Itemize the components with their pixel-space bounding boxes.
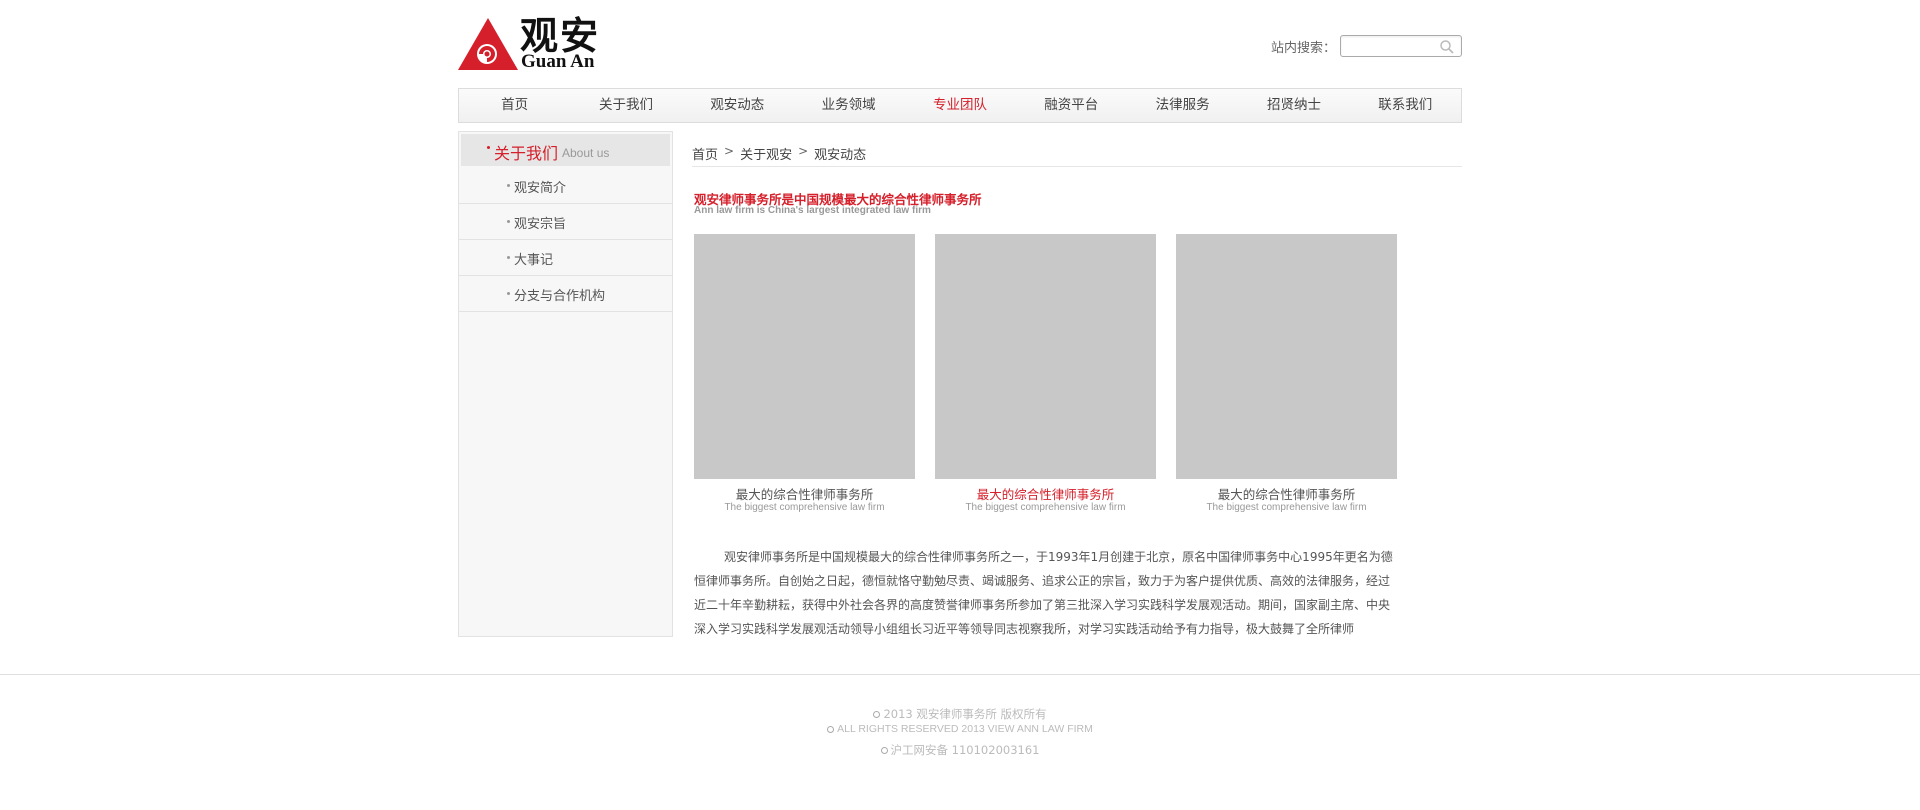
section-subheadline: Ann law firm is China's largest integrat… xyxy=(694,205,931,216)
card-title[interactable]: 最大的综合性律师事务所 xyxy=(1176,488,1397,502)
logo-mark-icon xyxy=(458,18,518,70)
nav-item[interactable]: 融资平台 xyxy=(1016,89,1127,122)
sidebar-item-label: 观安宗旨 xyxy=(514,217,567,232)
breadcrumb: 首页 > 关于观安 > 观安动态 xyxy=(692,144,1462,167)
nav-item[interactable]: 招贤纳士 xyxy=(1238,89,1349,122)
sidebar-item-label: 大事记 xyxy=(514,253,554,268)
card-title[interactable]: 最大的综合性律师事务所 xyxy=(694,488,915,502)
footer: 2013 观安律师事务所 版权所有 ALL RIGHTS RESERVED 20… xyxy=(0,674,1920,810)
bullet-icon xyxy=(487,146,490,149)
sidebar-item[interactable]: 观安宗旨 xyxy=(459,204,672,240)
bullet-icon xyxy=(507,220,510,223)
footer-license: 沪工网安备 110102003161 xyxy=(0,742,1920,758)
site-search: 站内搜索： xyxy=(1271,34,1462,58)
search-label: 站内搜索： xyxy=(1270,40,1336,56)
bullet-icon xyxy=(507,292,510,295)
footer-copyright-text: 2013 观安律师事务所 版权所有 xyxy=(883,707,1047,721)
chevron-right-icon: > xyxy=(798,144,809,158)
nav-item[interactable]: 首页 xyxy=(459,89,570,122)
footer-copyright: 2013 观安律师事务所 版权所有 xyxy=(0,706,1920,722)
nav-item[interactable]: 联系我们 xyxy=(1350,89,1461,122)
breadcrumb-home[interactable]: 首页 xyxy=(692,144,718,163)
main-nav: 首页 关于我们 观安动态 业务领域 专业团队 融资平台 法律服务 招贤纳士 联系我们 xyxy=(458,88,1462,123)
sidebar-header: 关于我们 About us xyxy=(461,134,670,166)
chevron-right-icon: > xyxy=(724,144,735,158)
logo-text-cn: 观安 xyxy=(520,13,601,58)
sidebar-item-label: 观安简介 xyxy=(514,181,567,196)
search-box xyxy=(1340,35,1462,57)
sidebar-menu: 观安简介观安宗旨大事记分支与合作机构 xyxy=(459,168,672,312)
nav-item[interactable]: 业务领域 xyxy=(793,89,904,122)
bullet-ring-icon xyxy=(880,747,888,754)
bullet-icon xyxy=(507,184,510,187)
nav-item[interactable]: 观安动态 xyxy=(682,89,793,122)
nav-item[interactable]: 专业团队 xyxy=(904,89,1015,122)
bullet-icon xyxy=(507,256,510,259)
card-subtitle: The biggest comprehensive law firm xyxy=(724,502,885,513)
sidebar-title: 关于我们 xyxy=(494,144,559,163)
nav-item[interactable]: 法律服务 xyxy=(1127,89,1238,122)
breadcrumb-level2[interactable]: 观安动态 xyxy=(814,144,866,163)
feature-card[interactable]: 最大的综合性律师事务所 The biggest comprehensive law… xyxy=(935,234,1156,514)
intro-paragraph: 观安律师事务所是中国规模最大的综合性律师事务所之一，于1993年1月创建于北京，… xyxy=(694,550,1393,636)
breadcrumb-level1[interactable]: 关于观安 xyxy=(740,144,792,163)
search-input[interactable] xyxy=(1345,38,1441,56)
card-subtitle: The biggest comprehensive law firm xyxy=(965,502,1126,513)
logo-text-en: Guan An xyxy=(521,51,595,72)
card-image[interactable] xyxy=(694,234,915,479)
sidebar-item[interactable]: 分支与合作机构 xyxy=(459,276,672,312)
bullet-ring-icon xyxy=(827,725,835,733)
card-image[interactable] xyxy=(1176,234,1397,479)
sidebar-item[interactable]: 观安简介 xyxy=(459,168,672,204)
logo[interactable]: 观安 Guan An xyxy=(458,13,608,72)
nav-item[interactable]: 关于我们 xyxy=(570,89,681,122)
card-subtitle: The biggest comprehensive law firm xyxy=(1206,502,1367,513)
card-title[interactable]: 最大的综合性律师事务所 xyxy=(935,488,1156,502)
search-icon[interactable] xyxy=(1439,39,1455,55)
footer-rights: ALL RIGHTS RESERVED 2013 VIEW ANN LAW FI… xyxy=(0,723,1920,735)
sidebar-item[interactable]: 大事记 xyxy=(459,240,672,276)
sidebar-item-label: 分支与合作机构 xyxy=(514,289,606,304)
sidebar: 关于我们 About us 观安简介观安宗旨大事记分支与合作机构 xyxy=(458,131,673,637)
feature-card[interactable]: 最大的综合性律师事务所 The biggest comprehensive law… xyxy=(1176,234,1397,514)
bullet-ring-icon xyxy=(873,711,881,718)
footer-license-text: 沪工网安备 110102003161 xyxy=(890,743,1040,757)
card-image[interactable] xyxy=(935,234,1156,479)
footer-rights-text: ALL RIGHTS RESERVED 2013 VIEW ANN LAW FI… xyxy=(837,723,1093,735)
sidebar-subtitle: About us xyxy=(562,146,610,160)
feature-card[interactable]: 最大的综合性律师事务所 The biggest comprehensive law… xyxy=(694,234,915,514)
